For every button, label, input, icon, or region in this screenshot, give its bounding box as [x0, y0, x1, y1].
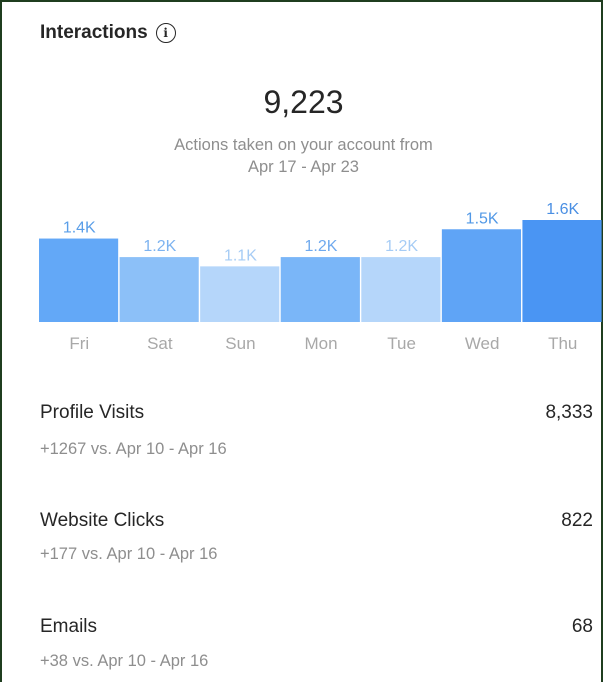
card-title: Interactions: [40, 22, 148, 43]
bar-value-label-sun: 1.1K: [224, 247, 257, 264]
bar-value-label-sat: 1.2K: [143, 238, 176, 255]
website-clicks-delta: +177 vs. Apr 10 - Apr 16: [40, 545, 218, 563]
subtitle-line-2: Apr 17 - Apr 23: [248, 158, 359, 176]
card-header: Interactions i: [40, 22, 176, 44]
bar-value-label-thu: 1.6K: [546, 201, 579, 218]
profile-visits-value: 8,333: [545, 402, 593, 423]
profile-visits-label: Profile Visits: [40, 402, 145, 423]
x-tick-sat: Sat: [147, 334, 173, 353]
profile-visits-delta: +1267 vs. Apr 10 - Apr 16: [40, 440, 227, 458]
interactions-card: Interactions i 9,223 Actions taken on yo…: [0, 0, 603, 682]
x-tick-tue: Tue: [387, 334, 416, 353]
bar-value-label-mon: 1.2K: [305, 238, 338, 255]
info-icon[interactable]: i: [155, 23, 176, 43]
total-interactions: 9,223: [263, 84, 344, 120]
summary-subtitle: Actions taken on your account from Apr 1…: [2, 134, 603, 178]
emails-value: 68: [571, 616, 593, 637]
bar-value-label-fri: 1.4K: [63, 220, 96, 237]
emails-delta: +38 vs. Apr 10 - Apr 16: [40, 652, 209, 670]
bar-tue: [361, 257, 441, 322]
bar-thu: [522, 220, 602, 322]
bar-sat: [119, 257, 199, 322]
bar-fri: [39, 238, 119, 322]
bar-value-label-wed: 1.5K: [466, 210, 499, 227]
website-clicks-label: Website Clicks: [40, 510, 165, 531]
x-tick-fri: Fri: [69, 334, 89, 353]
interactions-bar-chart: 1.4K Fri 1.2K Sat 1.1K Sun 1.2K Mon 1.2K Tue 1.5K W…: [39, 201, 602, 353]
bar-wed: [441, 229, 522, 322]
emails-label: Emails: [40, 616, 98, 637]
subtitle-line-1: Actions taken on your account from: [174, 136, 433, 154]
bar-mon: [280, 257, 360, 322]
x-tick-sun: Sun: [225, 334, 255, 353]
website-clicks-value: 822: [561, 510, 593, 531]
bar-value-label-tue: 1.2K: [385, 238, 418, 255]
bar-sun: [200, 266, 280, 322]
x-tick-mon: Mon: [304, 334, 337, 353]
x-tick-thu: Thu: [548, 334, 577, 353]
x-tick-wed: Wed: [465, 334, 500, 353]
